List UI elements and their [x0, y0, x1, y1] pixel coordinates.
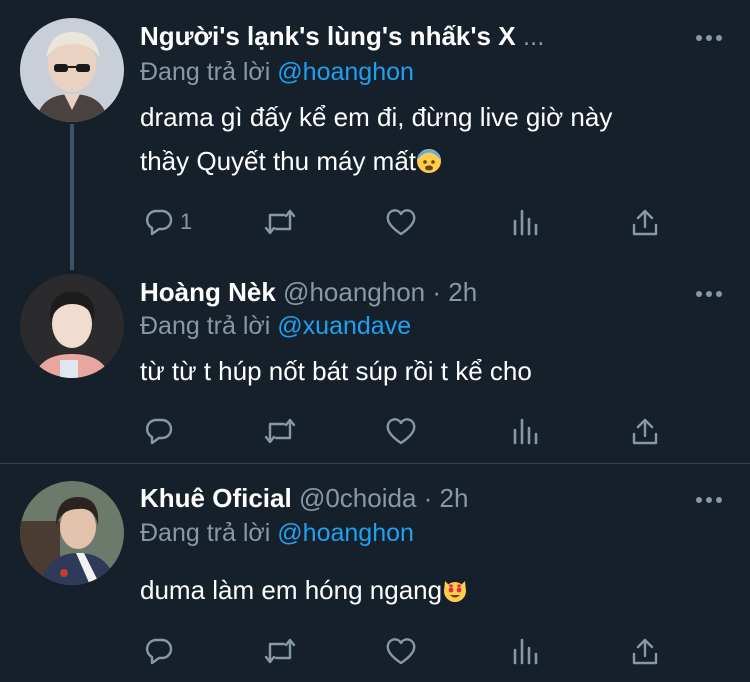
tweet-text: duma làm em hóng ngang — [140, 568, 700, 612]
share-button[interactable] — [630, 414, 660, 448]
tweet-header: Khuê Oficial @0choida · 2h — [140, 482, 468, 514]
share-icon — [632, 418, 658, 445]
tweet-text-line: duma làm em hóng ngang — [140, 575, 443, 605]
tweet-text-line-with-emoji: duma làm em hóng ngang — [140, 568, 700, 612]
tweet-text-line: drama gì đấy kể em đi, đừng live giờ này — [140, 102, 613, 132]
heart-icon — [386, 209, 416, 236]
retweet-button[interactable] — [262, 205, 298, 239]
analytics-button[interactable] — [510, 634, 540, 668]
tweet-header: Hoàng Nèk @hoanghon · 2h — [140, 276, 477, 308]
tweet-1[interactable]: Người's lạnk's lùng's nhấk's X ... Đang … — [0, 0, 750, 270]
tweet-3[interactable]: Khuê Oficial @0choida · 2h Đang trả lời … — [0, 464, 750, 682]
more-options-icon[interactable] — [694, 284, 724, 304]
reply-button[interactable] — [144, 634, 180, 668]
like-button[interactable] — [385, 205, 417, 239]
tweet-2[interactable]: Hoàng Nèk @hoanghon · 2h Đang trả lời @x… — [0, 270, 750, 464]
tweet-text-line-with-emoji: thầy Quyết thu máy mất — [140, 139, 700, 183]
avatar[interactable] — [20, 481, 124, 585]
tweet-time[interactable]: · 2h — [424, 483, 469, 513]
retweet-button[interactable] — [262, 414, 298, 448]
tweet-text-line: từ từ t húp nốt bát súp rồi t kể cho — [140, 356, 532, 386]
avatar[interactable] — [20, 18, 124, 122]
heart-icon — [386, 418, 416, 445]
thread-line — [70, 124, 74, 270]
tweet-header: Người's lạnk's lùng's nhấk's X ... — [140, 20, 544, 52]
reply-prefix: Đang trả lời — [140, 312, 271, 340]
reply-button[interactable]: 1 — [144, 205, 192, 239]
share-icon — [632, 638, 658, 665]
reply-prefix: Đang trả lời — [140, 58, 271, 86]
retweet-button[interactable] — [262, 634, 298, 668]
analytics-icon — [513, 638, 538, 665]
anxious-face-icon — [416, 143, 442, 173]
tweet-text: từ từ t húp nốt bát súp rồi t kể cho — [140, 349, 700, 393]
heart-icon — [386, 638, 416, 665]
tweet-time[interactable]: · 2h — [432, 277, 477, 307]
reply-mention[interactable]: @hoanghon — [277, 519, 414, 547]
retweet-icon — [264, 418, 296, 444]
reply-button[interactable] — [144, 414, 180, 448]
retweet-icon — [264, 638, 296, 664]
tweet-text: drama gì đấy kể em đi, đừng live giờ này… — [140, 95, 700, 183]
display-name[interactable]: Hoàng Nèk — [140, 277, 276, 307]
reply-context: Đang trả lời @hoanghon — [140, 517, 414, 549]
reply-mention[interactable]: @hoanghon — [277, 58, 414, 86]
display-name[interactable]: Người's lạnk's lùng's nhấk's X — [140, 21, 516, 51]
reply-prefix: Đang trả lời — [140, 519, 271, 547]
reply-mention[interactable]: @xuandave — [277, 312, 411, 340]
share-icon — [632, 209, 658, 236]
user-handle[interactable]: @0choida — [299, 483, 416, 513]
heart-eyes-cat-icon — [442, 572, 468, 602]
more-options-icon[interactable] — [694, 490, 724, 510]
tweet-actions: 1 — [140, 205, 670, 239]
like-button[interactable] — [385, 414, 417, 448]
more-options-icon[interactable] — [694, 28, 724, 48]
reply-context: Đang trả lời @xuandave — [140, 310, 411, 342]
tweet-actions — [140, 634, 670, 668]
analytics-button[interactable] — [510, 205, 540, 239]
tweet-text-line: thầy Quyết thu máy mất — [140, 146, 417, 176]
display-name[interactable]: Khuê Oficial — [140, 483, 292, 513]
share-button[interactable] — [630, 205, 660, 239]
avatar[interactable] — [20, 274, 124, 378]
analytics-icon — [513, 209, 538, 236]
tweet-actions — [140, 414, 670, 448]
analytics-button[interactable] — [510, 414, 540, 448]
like-button[interactable] — [385, 634, 417, 668]
reply-count: 1 — [180, 209, 193, 234]
analytics-icon — [513, 418, 538, 445]
reply-icon — [145, 638, 173, 665]
reply-icon — [145, 418, 173, 445]
share-button[interactable] — [630, 634, 660, 668]
reply-context: Đang trả lời @hoanghon — [140, 56, 414, 88]
truncation-ellipsis: ... — [522, 21, 545, 51]
user-handle[interactable]: @hoanghon — [283, 277, 425, 307]
retweet-icon — [264, 209, 296, 235]
reply-icon — [145, 209, 173, 236]
